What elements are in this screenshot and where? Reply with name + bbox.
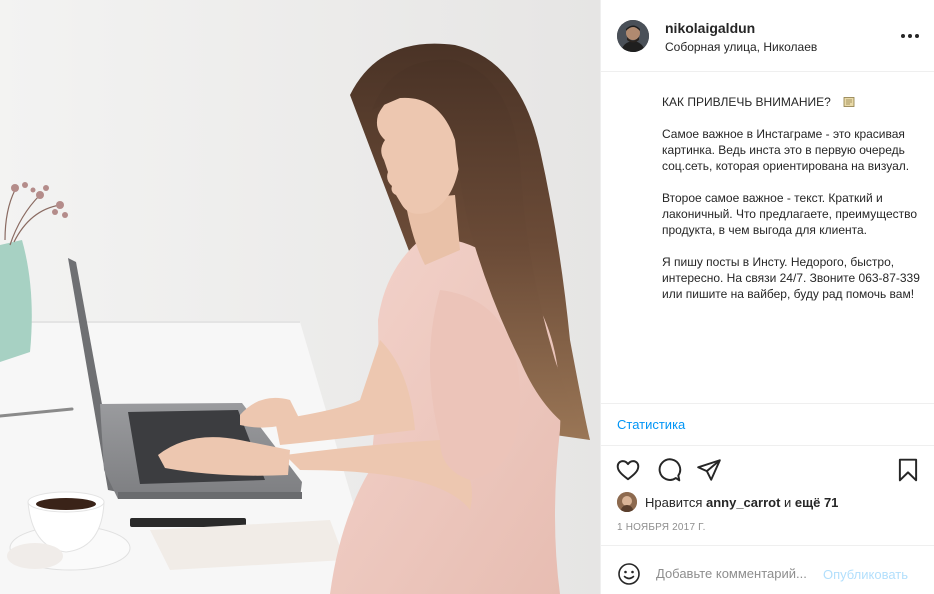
photo-woman-laptop: [0, 0, 600, 594]
more-horizontal-icon: [901, 34, 905, 38]
view-insights-link[interactable]: Статистика: [617, 417, 685, 432]
comment-icon: [658, 458, 682, 482]
scroll-emoji-icon: [843, 97, 855, 107]
liker-avatar-image: [617, 492, 637, 512]
post-date[interactable]: 1 НОЯБРЯ 2017 Г.: [617, 522, 706, 533]
save-button[interactable]: [895, 457, 921, 483]
post-photo[interactable]: [0, 0, 600, 594]
emoji-button[interactable]: [617, 562, 641, 586]
avatar-image: [617, 20, 649, 52]
more-options-button[interactable]: [899, 26, 921, 46]
caption-paragraph: Самое важное в Инстаграме - это красивая…: [662, 127, 910, 173]
smiley-icon: [618, 563, 640, 585]
heart-icon: [616, 460, 640, 481]
liker-avatar[interactable]: [617, 492, 637, 512]
post-header: nikolaigaldun Соборная улица, Николаев: [601, 0, 934, 72]
direct-share-icon: [697, 459, 721, 481]
post-caption: КАК ПРИВЛЕЧЬ ВНИМАНИЕ? Самое важное в Ин…: [662, 94, 924, 318]
caption-paragraph: Второе самое важное - текст. Краткий и л…: [662, 191, 918, 237]
liker-username[interactable]: anny_carrot: [706, 495, 780, 510]
likes-prefix: Нравится: [645, 494, 706, 510]
post-sidebar: nikolaigaldun Соборная улица, Николаев К…: [600, 0, 934, 594]
caption-paragraph: Я пишу посты в Инсту. Недорого, быстро, …: [662, 255, 920, 301]
caption-title: КАК ПРИВЛЕЧЬ ВНИМАНИЕ?: [662, 95, 831, 109]
likes-others-link[interactable]: ещё 71: [795, 495, 839, 510]
post-location[interactable]: Соборная улица, Николаев: [665, 40, 817, 54]
add-comment-bar: Опубликовать: [601, 545, 934, 594]
bookmark-icon: [898, 458, 918, 482]
likes-conjunction: и: [780, 494, 795, 510]
like-button[interactable]: [615, 457, 641, 483]
share-button[interactable]: [696, 457, 722, 483]
author-avatar[interactable]: [617, 20, 649, 52]
comment-button[interactable]: [656, 457, 682, 483]
insights-section: Статистика: [601, 403, 934, 446]
author-username[interactable]: nikolaigaldun: [665, 20, 755, 36]
comment-input[interactable]: [656, 563, 821, 583]
post-actions: [601, 455, 934, 485]
likes-summary: Нравится anny_carrot и ещё 71: [617, 491, 838, 513]
publish-comment-button[interactable]: Опубликовать: [823, 567, 908, 582]
